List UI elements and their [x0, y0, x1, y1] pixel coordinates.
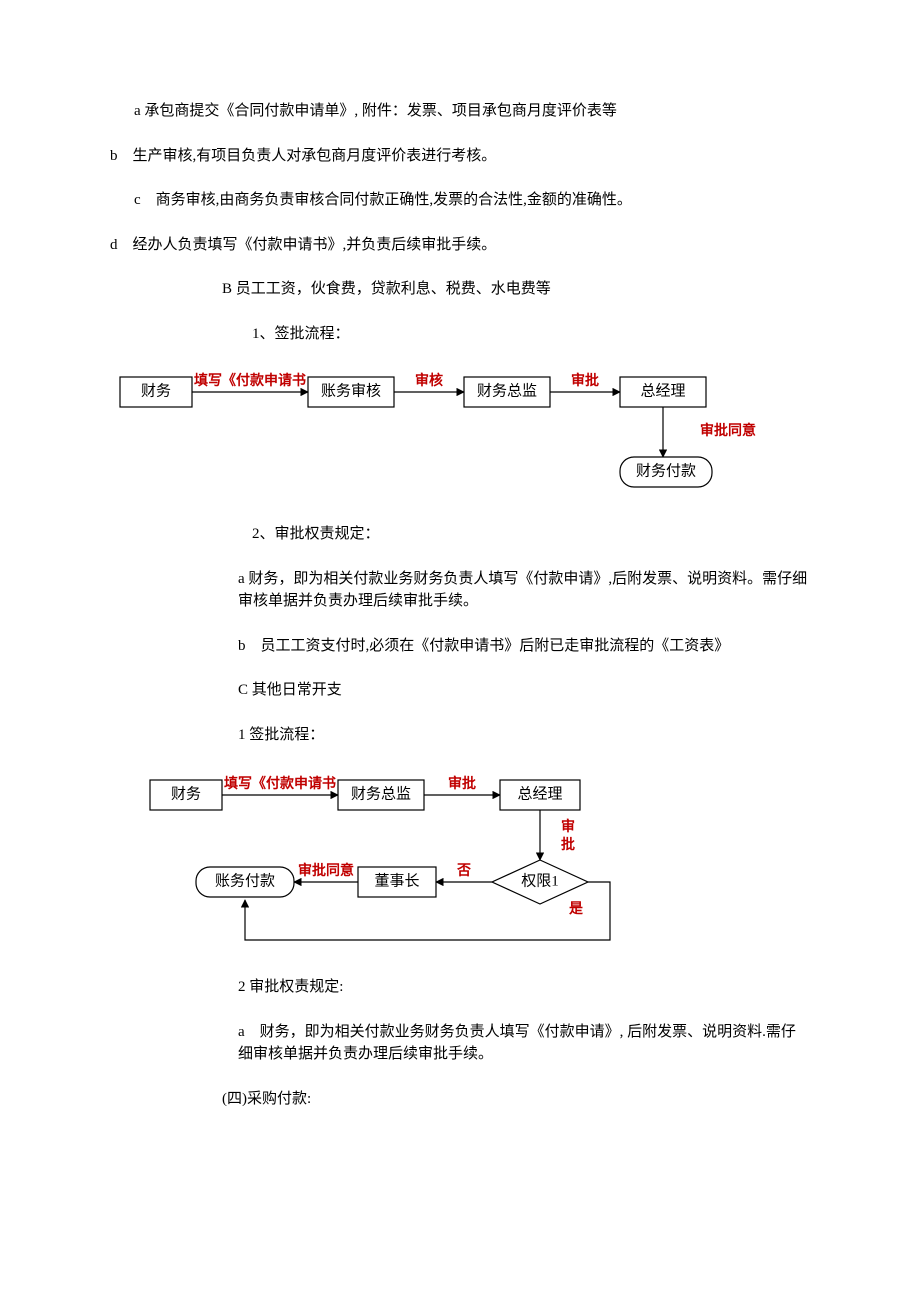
section-B-step2: 2、审批权责规定： [110, 523, 810, 546]
flow1-label-approve-agree: 审批同意 [700, 422, 756, 439]
flow1-box-cfo: 财务总监 [477, 382, 537, 399]
flow1-box-account-review: 账务审核 [321, 382, 381, 399]
section-C-rule-a-text: a 财务，即为相关付款业务财务负责人填写《付款申请》, 后附发票、说明资料.需仔… [238, 1024, 796, 1063]
item-b: b 生产审核,有项目负责人对承包商月度评价表进行考核。 [110, 145, 810, 168]
flow2-label-write: 填写《付款申请书 [224, 775, 336, 792]
flow1-box-pay: 财务付款 [636, 462, 696, 479]
section-C-step2: 2 审批权责规定: [110, 976, 810, 999]
section-C-rule-a: a 财务，即为相关付款业务财务负责人填写《付款申请》, 后附发票、说明资料.需仔… [110, 1021, 810, 1066]
flow1-label-review: 审核 [415, 372, 443, 389]
flow2-label-no: 否 [456, 863, 471, 879]
flow2-label-approve: 审批 [448, 775, 476, 792]
flow2-diamond-permission: 权限1 [521, 872, 559, 889]
flow2-label-approve-agree: 审批同意 [298, 862, 354, 879]
flow2-box-gm: 总经理 [517, 785, 562, 802]
document-page: a 承包商提交《合同付款申请单》, 附件：发票、项目承包商月度评价表等 b 生产… [0, 0, 920, 1192]
flowchart-2: 财务 填写《付款申请书 财务总监 审批 总经理 审 批 权限1 是 否 董事长 [140, 770, 810, 960]
flow2-label-approve-down-a: 审 [561, 818, 575, 835]
flow2-label-approve-down-b: 批 [561, 836, 575, 853]
flow1-box-finance: 财务 [141, 382, 171, 399]
section-B-title: B 员工工资，伙食费，贷款利息、税费、水电费等 [110, 278, 810, 301]
section-B-rule-b: b 员工工资支付时,必须在《付款申请书》后附已走审批流程的《工资表》 [110, 635, 810, 658]
item-d: d 经办人负责填写《付款申请书》,并负责后续审批手续。 [110, 234, 810, 257]
section-C-title: C 其他日常开支 [110, 679, 810, 702]
flow2-label-yes: 是 [569, 901, 584, 917]
flow1-label-approve: 审批 [571, 372, 599, 389]
section-B-rule-a: a 财务，即为相关付款业务财务负责人填写《付款申请》,后附发票、说明资料。需仔细… [110, 568, 810, 613]
flow2-box-finance: 财务 [171, 785, 201, 802]
flow1-label-write: 填写《付款申请书 [194, 372, 306, 389]
section-four: (四)采购付款: [110, 1088, 810, 1111]
section-C-step1: 1 签批流程： [110, 724, 810, 747]
flow2-box-cfo: 财务总监 [351, 785, 411, 802]
flowchart-1: 财务 填写《付款申请书 账务审核 审核 财务总监 审批 总经理 审批同意 财务付… [110, 367, 810, 507]
section-B-step1: 1、签批流程： [110, 323, 810, 346]
section-B-rule-a-text: a 财务，即为相关付款业务财务负责人填写《付款申请》,后附发票、说明资料。需仔细… [238, 571, 807, 610]
flow1-box-gm: 总经理 [640, 382, 685, 399]
flow2-box-pay: 账务付款 [215, 872, 275, 889]
flow2-box-chairman: 董事长 [374, 872, 419, 889]
item-a: a 承包商提交《合同付款申请单》, 附件：发票、项目承包商月度评价表等 [110, 100, 810, 123]
item-c: c 商务审核,由商务负责审核合同付款正确性,发票的合法性,金额的准确性。 [110, 189, 810, 212]
